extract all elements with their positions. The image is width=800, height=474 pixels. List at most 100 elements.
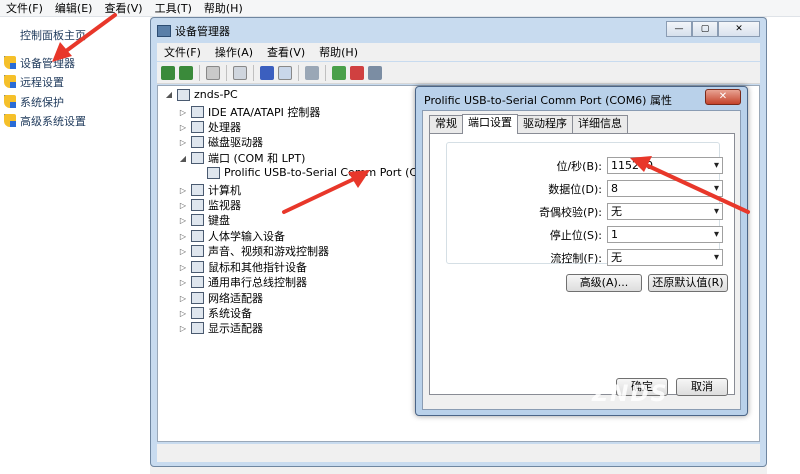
control-panel-home-link[interactable]: 控制面板主页 [20, 27, 86, 43]
sidebar-item-advanced-settings[interactable]: 高级系统设置 [4, 113, 86, 129]
tree-node-label: 系统设备 [208, 307, 252, 320]
properties-icon[interactable] [233, 65, 247, 80]
tree-node-usb[interactable]: ▷ 通用串行总线控制器 [178, 274, 307, 290]
tab-strip: 常规 端口设置 驱动程序 详细信息 [429, 114, 628, 135]
control-panel-menu-bar: 文件(F) 编辑(E) 查看(V) 工具(T) 帮助(H) [0, 0, 800, 17]
expand-icon[interactable]: ▷ [178, 186, 188, 195]
port-settings-panel: 位/秒(B): 115200 数据位(D): 8 奇偶校验(P): 无 停止位(… [429, 133, 735, 395]
minimize-button[interactable]: — [666, 21, 692, 37]
monitor-icon [191, 199, 204, 211]
sidebar-item-label: 设备管理器 [20, 57, 75, 70]
uninstall-icon[interactable] [350, 65, 364, 80]
shield-icon [4, 75, 17, 89]
tab-details[interactable]: 详细信息 [572, 115, 628, 133]
tree-node-network[interactable]: ▷ 网络适配器 [178, 290, 263, 306]
toolbar-separator [253, 64, 254, 81]
tree-node-disk[interactable]: ▷ 磁盘驱动器 [178, 134, 263, 150]
expand-icon[interactable]: ▷ [178, 201, 188, 210]
advanced-button[interactable]: 高级(A)... [566, 274, 642, 292]
update-driver-icon[interactable] [332, 65, 346, 80]
sidebar-item-device-manager[interactable]: 设备管理器 [4, 55, 75, 71]
sidebar-item-remote-settings[interactable]: 远程设置 [4, 74, 64, 90]
device-manager-toolbar [157, 62, 760, 84]
tree-node-label: Prolific USB-to-Serial Comm Port (COM6) [224, 166, 447, 179]
tree-node-sound[interactable]: ▷ 声音、视频和游戏控制器 [178, 243, 329, 259]
tree-root[interactable]: ◢ znds-PC [164, 88, 238, 101]
port-settings-group: 位/秒(B): 115200 数据位(D): 8 奇偶校验(P): 无 停止位(… [446, 142, 723, 266]
tree-node-label: IDE ATA/ATAPI 控制器 [208, 106, 321, 119]
tree-node-processor[interactable]: ▷ 处理器 [178, 119, 241, 135]
stop-bits-select[interactable]: 1 [607, 226, 723, 243]
expand-icon[interactable]: ▷ [178, 278, 188, 287]
show-hide-tree-icon[interactable] [206, 65, 220, 80]
menu-tools[interactable]: 工具(T) [149, 0, 198, 16]
tree-node-ports[interactable]: ◢ 端口 (COM 和 LPT) [178, 150, 305, 166]
bits-per-second-label: 位/秒(B): [556, 160, 602, 173]
expand-icon[interactable]: ▷ [178, 123, 188, 132]
scan-hardware-icon[interactable] [305, 65, 319, 80]
dialog-close-button[interactable]: ✕ [705, 89, 741, 105]
tree-node-mouse[interactable]: ▷ 鼠标和其他指针设备 [178, 259, 307, 275]
expand-icon[interactable]: ▷ [178, 263, 188, 272]
sidebar-item-system-protection[interactable]: 系统保护 [4, 94, 64, 110]
watermark-logo: ZNDS [592, 382, 669, 407]
tree-node-label: 网络适配器 [208, 292, 263, 305]
tree-node-label: 通用串行总线控制器 [208, 276, 307, 289]
menu-view[interactable]: 查看(V) [260, 44, 312, 60]
usb-icon [191, 276, 204, 288]
window-controls: — ▢ ✕ [666, 21, 760, 37]
menu-edit[interactable]: 编辑(E) [49, 0, 99, 16]
console-icon[interactable] [278, 65, 292, 80]
parity-select[interactable]: 无 [607, 203, 723, 220]
expand-icon[interactable]: ▷ [178, 309, 188, 318]
data-bits-select[interactable]: 8 [607, 180, 723, 197]
dialog-title: Prolific USB-to-Serial Comm Port (COM6) … [424, 94, 672, 107]
serial-port-icon [207, 166, 220, 179]
tab-general[interactable]: 常规 [429, 115, 463, 133]
collapse-icon[interactable]: ◢ [178, 154, 188, 163]
bits-per-second-select[interactable]: 115200 [607, 157, 723, 174]
expand-icon[interactable]: ▷ [178, 294, 188, 303]
help-icon[interactable] [260, 65, 274, 80]
tab-driver[interactable]: 驱动程序 [517, 115, 573, 133]
menu-file[interactable]: 文件(F) [157, 44, 208, 60]
port-icon [191, 152, 204, 164]
restore-defaults-button[interactable]: 还原默认值(R) [648, 274, 728, 292]
tree-node-hid[interactable]: ▷ 人体学输入设备 [178, 228, 285, 244]
tree-node-prolific-com6[interactable]: Prolific USB-to-Serial Comm Port (COM6) [194, 166, 446, 179]
tree-node-label: 磁盘驱动器 [208, 136, 263, 149]
tree-node-computer[interactable]: ▷ 计算机 [178, 182, 241, 198]
back-icon[interactable] [161, 65, 175, 80]
menu-action[interactable]: 操作(A) [208, 44, 260, 60]
tree-node-monitor[interactable]: ▷ 监视器 [178, 197, 241, 213]
tree-node-label: 监视器 [208, 199, 241, 212]
collapse-icon[interactable]: ◢ [164, 90, 174, 99]
display-adapter-icon [191, 322, 204, 334]
expand-icon[interactable]: ▷ [178, 232, 188, 241]
menu-help[interactable]: 帮助(H) [312, 44, 365, 60]
forward-icon[interactable] [179, 65, 193, 80]
data-bits-label: 数据位(D): [548, 183, 602, 196]
hid-icon [191, 230, 204, 242]
expand-icon[interactable]: ▷ [178, 216, 188, 225]
disable-device-icon[interactable] [368, 65, 382, 80]
flow-control-select[interactable]: 无 [607, 249, 723, 266]
expand-icon[interactable]: ▷ [178, 247, 188, 256]
tab-port-settings[interactable]: 端口设置 [462, 114, 518, 134]
sidebar-item-label: 高级系统设置 [20, 115, 86, 128]
tree-node-keyboard[interactable]: ▷ 键盘 [178, 212, 230, 228]
expand-icon[interactable]: ▷ [178, 138, 188, 147]
tree-node-system[interactable]: ▷ 系统设备 [178, 305, 252, 321]
menu-file[interactable]: 文件(F) [0, 0, 49, 16]
maximize-button[interactable]: ▢ [692, 21, 718, 37]
expand-icon[interactable]: ▷ [178, 324, 188, 333]
tree-node-label: 声音、视频和游戏控制器 [208, 245, 329, 258]
window-title: 设备管理器 [175, 25, 230, 38]
tree-node-display[interactable]: ▷ 显示适配器 [178, 320, 263, 336]
tree-node-label: 处理器 [208, 121, 241, 134]
expand-icon[interactable]: ▷ [178, 108, 188, 117]
menu-view[interactable]: 查看(V) [98, 0, 148, 16]
menu-help[interactable]: 帮助(H) [198, 0, 249, 16]
close-button[interactable]: ✕ [718, 21, 760, 37]
tree-node-ide[interactable]: ▷ IDE ATA/ATAPI 控制器 [178, 104, 320, 120]
